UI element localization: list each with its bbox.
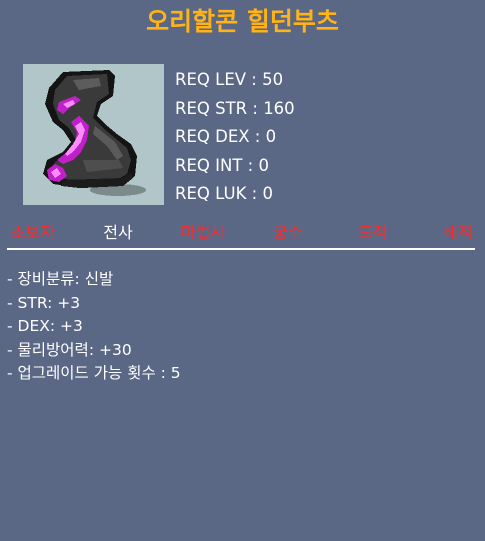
divider bbox=[7, 248, 475, 250]
stat-upgrades: - 업그레이드 가능 횟수 : 5 bbox=[7, 364, 181, 383]
req-dex: REQ DEX : 0 bbox=[175, 127, 277, 147]
req-str: REQ STR : 160 bbox=[175, 98, 295, 118]
req-luk: REQ LUK : 0 bbox=[175, 184, 273, 204]
item-name: 오리할콘 힐던부츠 bbox=[146, 7, 339, 36]
job-bowman: 궁수 bbox=[273, 223, 303, 242]
job-pirate: 해적 bbox=[443, 223, 473, 242]
stats-list: - 장비분류: 신발 - STR: +3 - DEX: +3 - 물리방어력: … bbox=[7, 268, 181, 386]
job-list: 초보자 전사 마법사 궁수 도적 해적 bbox=[0, 219, 485, 243]
req-int: REQ INT : 0 bbox=[175, 155, 269, 175]
requirements-list: REQ LEV : 50 REQ STR : 160 REQ DEX : 0 R… bbox=[175, 66, 295, 209]
job-thief: 도적 bbox=[358, 223, 388, 242]
boots-icon bbox=[43, 70, 146, 196]
job-beginner: 초보자 bbox=[10, 223, 56, 242]
job-magician: 마법사 bbox=[180, 223, 226, 242]
req-level: REQ LEV : 50 bbox=[175, 70, 284, 89]
stat-defense: - 물리방어력: +30 bbox=[7, 340, 132, 359]
stat-str: - STR: +3 bbox=[7, 293, 81, 312]
stat-dex: - DEX: +3 bbox=[7, 317, 83, 336]
item-icon-frame bbox=[23, 64, 164, 205]
stat-category: - 장비분류: 신발 bbox=[7, 270, 114, 288]
job-warrior: 전사 bbox=[103, 223, 133, 242]
